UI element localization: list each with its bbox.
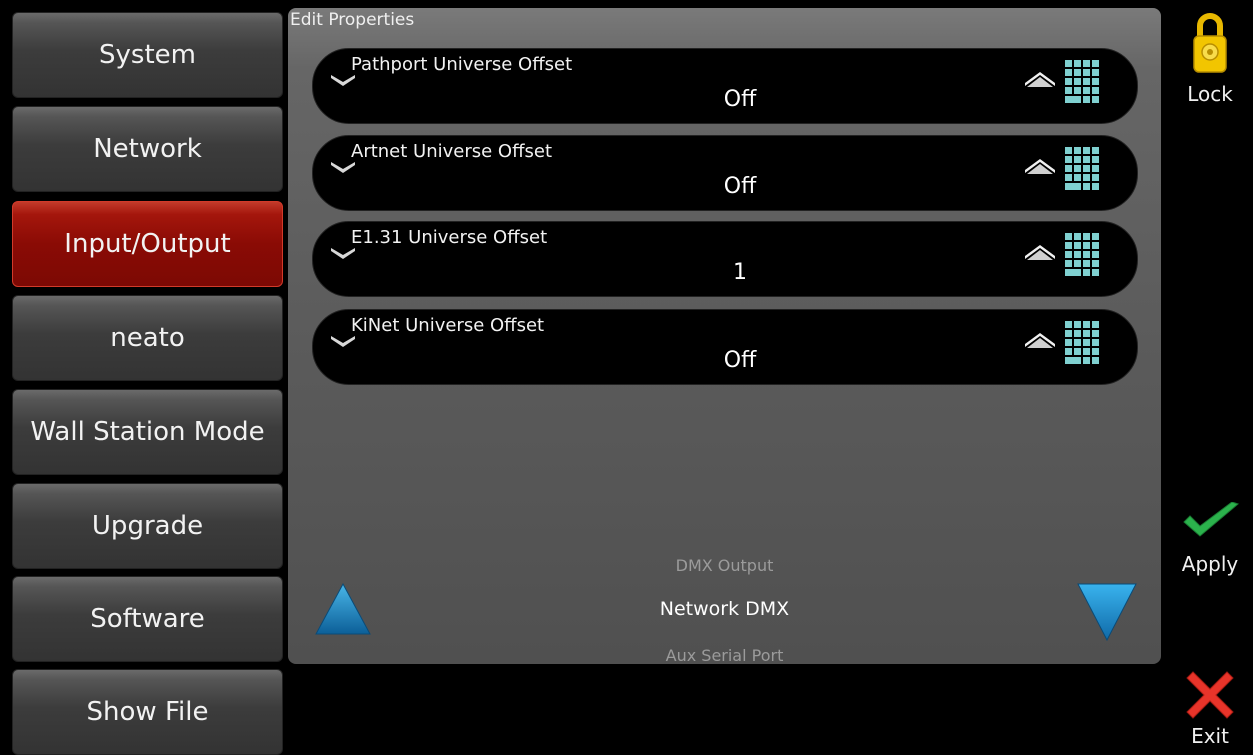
property-value[interactable]: Off	[313, 348, 1137, 373]
selector-next-option: Aux Serial Port	[665, 646, 784, 665]
selector-current-option[interactable]: Network DMX	[288, 598, 1161, 620]
apply-label: Apply	[1181, 552, 1239, 576]
sidebar-item-network[interactable]: Network	[12, 106, 283, 192]
exit-button[interactable]: Exit	[1168, 670, 1252, 748]
sidebar-item-label: Show File	[86, 697, 209, 727]
checkmark-icon	[1183, 501, 1240, 537]
lock-icon	[1193, 13, 1227, 73]
sidebar-item-neato[interactable]: neato	[12, 295, 283, 381]
property-label: Artnet Universe Offset	[351, 141, 552, 162]
property-value[interactable]: Off	[313, 87, 1137, 112]
keypad-icon[interactable]	[1063, 319, 1103, 373]
sidebar-item-label: Input/Output	[64, 229, 231, 259]
sidebar-item-label: Upgrade	[91, 511, 204, 541]
property-label: KiNet Universe Offset	[351, 315, 545, 336]
apply-button[interactable]: Apply	[1168, 501, 1252, 576]
chevron-up-icon[interactable]	[1023, 244, 1057, 262]
sidebar-item-label: Software	[90, 604, 205, 634]
sidebar-item-label: System	[99, 40, 196, 70]
property-row-pathport: Pathport Universe Offset Off	[312, 48, 1138, 124]
property-value[interactable]: Off	[313, 174, 1137, 199]
exit-label: Exit	[1191, 724, 1229, 748]
sidebar-item-label: neato	[110, 323, 185, 353]
sidebar-item-input-output[interactable]: Input/Output	[12, 201, 283, 287]
keypad-icon[interactable]	[1063, 145, 1103, 199]
sidebar-item-label: Network	[93, 134, 202, 164]
property-row-e131: E1.31 Universe Offset 1	[312, 221, 1138, 297]
chevron-up-icon[interactable]	[1023, 158, 1057, 176]
next-option-arrow-icon[interactable]	[1076, 582, 1138, 642]
property-label: E1.31 Universe Offset	[351, 227, 548, 248]
sidebar-item-system[interactable]: System	[12, 12, 283, 98]
property-label: Pathport Universe Offset	[351, 54, 573, 75]
sidebar-item-upgrade[interactable]: Upgrade	[12, 483, 283, 569]
selector-previous-option: DMX Output	[675, 556, 774, 575]
property-row-artnet: Artnet Universe Offset Off	[312, 135, 1138, 211]
sidebar-item-label: Wall Station Mode	[30, 417, 265, 447]
keypad-icon[interactable]	[1063, 231, 1103, 285]
panel-title: Edit Properties	[290, 10, 415, 30]
sidebar-item-wall-station-mode[interactable]: Wall Station Mode	[12, 389, 283, 475]
sidebar-item-show-file[interactable]: Show File	[12, 669, 283, 755]
sidebar-item-software[interactable]: Software	[12, 576, 283, 662]
close-icon	[1186, 671, 1234, 719]
chevron-up-icon[interactable]	[1023, 332, 1057, 350]
keypad-icon[interactable]	[1063, 58, 1103, 112]
property-value[interactable]: 1	[313, 260, 1137, 285]
chevron-up-icon[interactable]	[1023, 71, 1057, 89]
property-row-kinet: KiNet Universe Offset Off	[312, 309, 1138, 385]
lock-label: Lock	[1187, 82, 1233, 106]
lock-button[interactable]: Lock	[1168, 10, 1252, 106]
edit-properties-panel: Edit Properties Pathport Universe Offset…	[288, 8, 1161, 665]
